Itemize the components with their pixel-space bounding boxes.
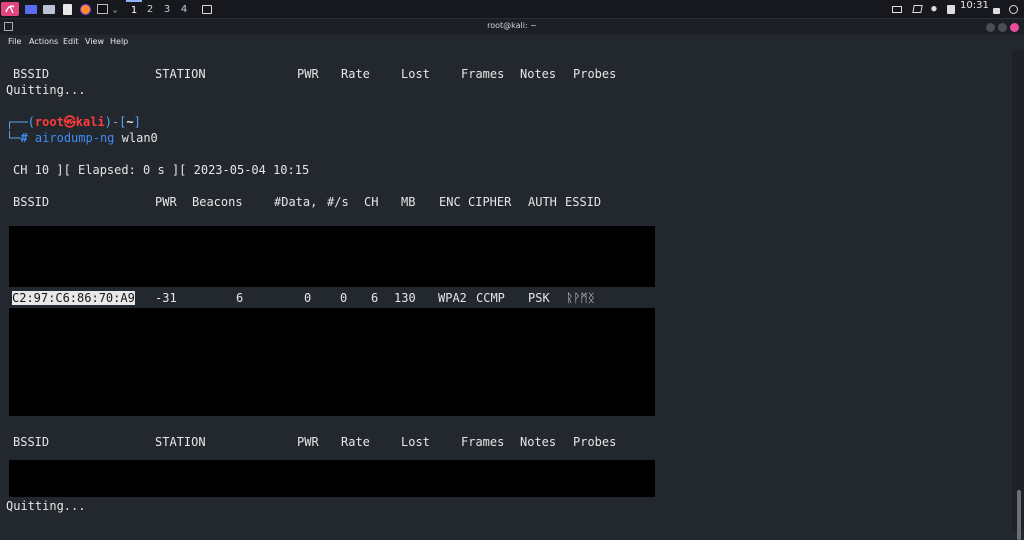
ap-cipher: CCMP (476, 291, 505, 305)
header-notes: Notes (520, 67, 557, 81)
ap-pwr: -31 (155, 291, 177, 305)
menu-edit[interactable]: Edit (63, 37, 79, 46)
redacted-block (9, 226, 655, 287)
ap-header-beacons: Beacons (192, 195, 243, 209)
ap-header-s: #/s (327, 195, 349, 209)
header-frames: Frames (461, 67, 505, 81)
lock-icon[interactable] (990, 2, 1002, 16)
redacted-block (9, 460, 655, 497)
command-line: └─# airodump-ng wlan0 (6, 131, 158, 145)
workspace-1[interactable]: 1 (126, 0, 142, 18)
station-header-station: STATION (155, 435, 206, 449)
ap-beacons: 6 (236, 291, 244, 305)
ap-bssid-selected[interactable]: C2:97:C6:86:70:A9 (12, 291, 135, 305)
ap-header-auth: AUTH (528, 195, 557, 209)
notification-bell-icon[interactable]: ● (928, 2, 940, 16)
ap-s: 0 (340, 291, 348, 305)
menu-actions[interactable]: Actions (29, 37, 58, 46)
window-title: root@kali: ~ (487, 21, 537, 30)
station-header-probes: Probes (573, 435, 617, 449)
minimize-button[interactable] (986, 23, 995, 32)
clock[interactable]: 10:31 (960, 0, 989, 18)
station-header-rate: Rate (341, 435, 370, 449)
prompt-line: ┌──(root㉿kali)-[~] (6, 115, 141, 129)
quitting-text: Quitting... (6, 83, 86, 97)
taskbar-terminal-icon[interactable] (200, 2, 214, 16)
workspace-4[interactable]: 4 (176, 0, 192, 18)
station-header-lost: Lost (401, 435, 430, 449)
menu-help[interactable]: Help (110, 37, 128, 46)
text-editor-icon[interactable] (60, 2, 74, 16)
close-button[interactable] (1010, 23, 1019, 32)
workspace-3[interactable]: 3 (159, 0, 175, 18)
terminal-output[interactable]: BSSID STATION PWR Rate Lost Frames Notes… (0, 50, 1012, 530)
ap-auth: PSK (528, 291, 550, 305)
screen-icon[interactable] (890, 2, 904, 16)
header-station: STATION (155, 67, 206, 81)
top-panel: ⌄ 1 2 3 4 ● 10:31 (0, 0, 1024, 19)
station-header-frames: Frames (461, 435, 505, 449)
workspace-2[interactable]: 2 (142, 0, 158, 18)
ap-essid: ᚱᚹᛗᛝ (566, 291, 595, 305)
ap-header-data: #Data, (274, 195, 318, 209)
maximize-button[interactable] (998, 23, 1007, 32)
ap-header-mb: MB (401, 195, 416, 209)
chevron-down-icon[interactable]: ⌄ (110, 2, 120, 16)
files-icon[interactable] (42, 2, 56, 16)
firefox-icon[interactable] (78, 2, 92, 16)
header-pwr: PWR (297, 67, 319, 81)
menu-view[interactable]: View (85, 37, 104, 46)
power-icon[interactable] (1006, 2, 1020, 16)
ap-header-ch: CH (364, 195, 379, 209)
ap-mb: 130 (394, 291, 416, 305)
header-bssid: BSSID (13, 67, 50, 81)
header-probes: Probes (573, 67, 617, 81)
battery-icon[interactable] (945, 2, 957, 16)
ap-header-enc: ENC (439, 195, 461, 209)
terminal-scrollbar[interactable] (1012, 50, 1024, 540)
quitting-text-final: Quitting... (6, 499, 86, 513)
ap-header-cipher: CIPHER (468, 195, 512, 209)
terminal-icon[interactable] (95, 2, 109, 16)
menu-file[interactable]: File (8, 37, 21, 46)
station-header-bssid: BSSID (13, 435, 50, 449)
header-lost: Lost (401, 67, 430, 81)
ap-header-essid: ESSID (565, 195, 602, 209)
redacted-block (9, 308, 655, 416)
ap-header-bssid: BSSID (13, 195, 50, 209)
menu-bar: File Actions Edit View Help (0, 35, 1024, 50)
mute-icon[interactable] (910, 2, 924, 16)
ap-enc: WPA2 (438, 291, 467, 305)
scrollbar-thumb[interactable] (1017, 490, 1021, 540)
station-header-notes: Notes (520, 435, 557, 449)
station-header-pwr: PWR (297, 435, 319, 449)
header-rate: Rate (341, 67, 370, 81)
ap-header-pwr: PWR (155, 195, 177, 209)
kali-menu-icon[interactable] (1, 2, 19, 16)
desktop-icon[interactable] (24, 2, 38, 16)
ap-ch: 6 (371, 291, 379, 305)
ap-data: 0 (304, 291, 312, 305)
window-titlebar[interactable]: root@kali: ~ (0, 19, 1024, 35)
status-line: CH 10 ][ Elapsed: 0 s ][ 2023-05-04 10:1… (13, 163, 310, 177)
